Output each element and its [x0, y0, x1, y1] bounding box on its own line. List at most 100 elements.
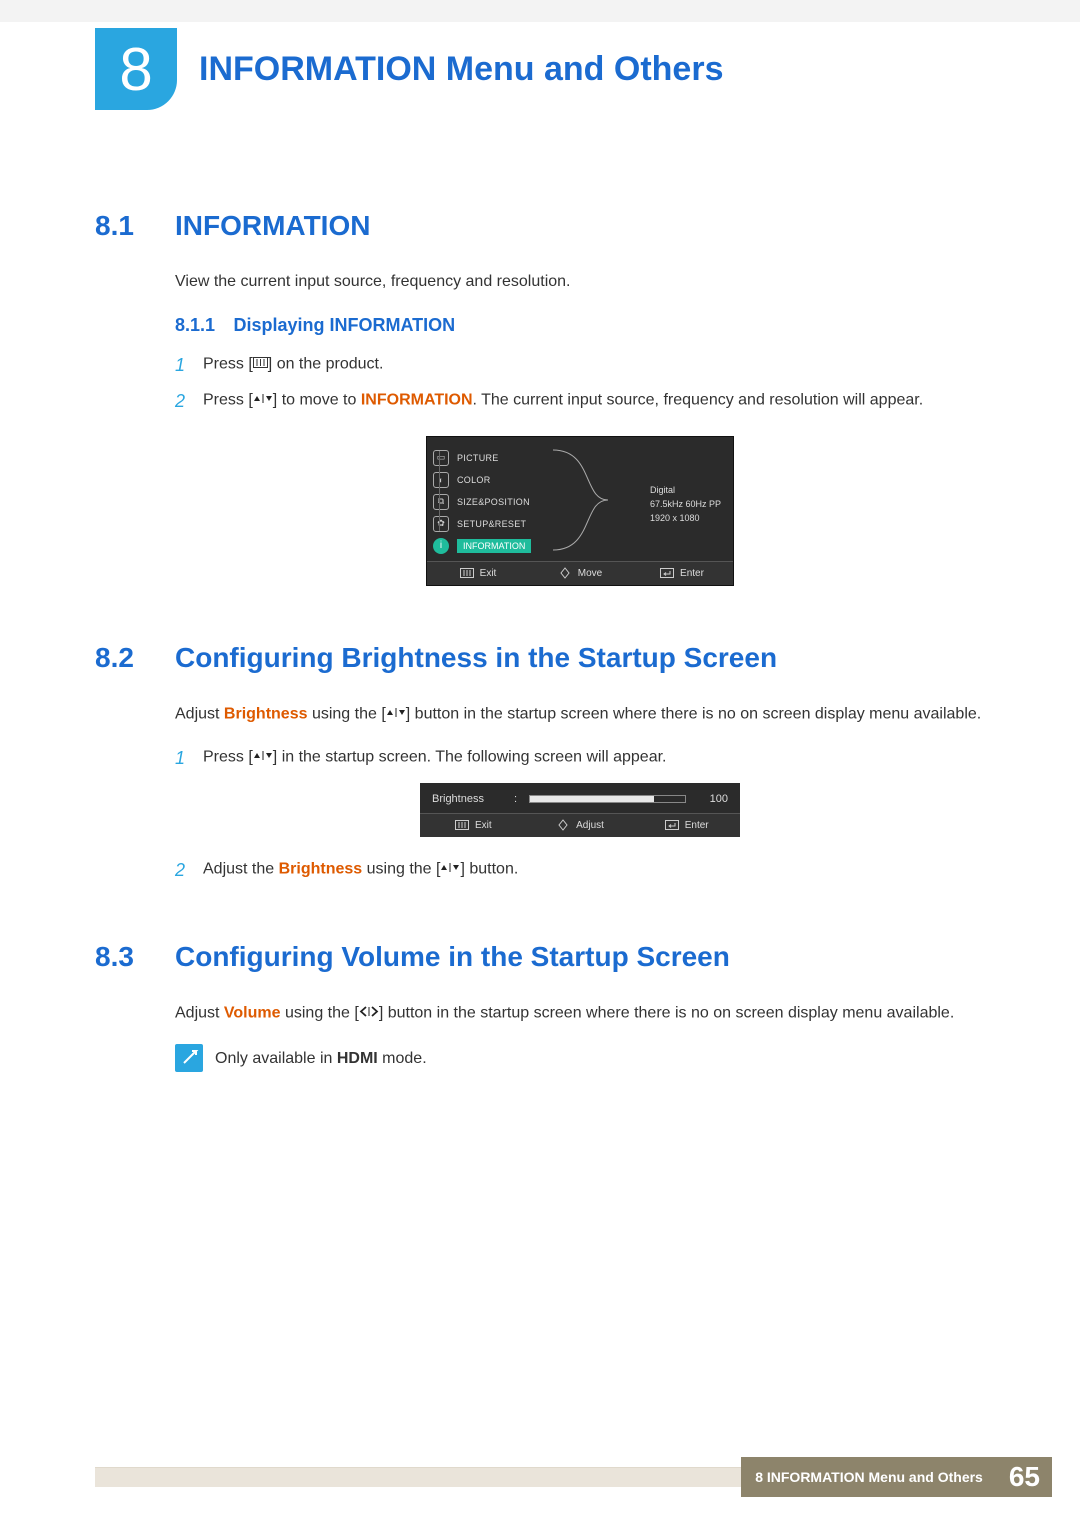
- text: using the [: [281, 1004, 359, 1021]
- text: ] to move to: [273, 391, 361, 408]
- text: ] button in the startup screen where the…: [406, 705, 981, 722]
- text: mode.: [378, 1050, 427, 1067]
- text: . The current input source, frequency an…: [473, 391, 924, 408]
- section-intro: Adjust Volume using the [ ] button in the…: [175, 1001, 985, 1026]
- updown-diamond-icon: [558, 568, 572, 578]
- step-number: 2: [175, 857, 203, 885]
- osd-label: SETUP&RESET: [457, 519, 526, 529]
- osd-label: SIZE&POSITION: [457, 497, 530, 507]
- updown-icon: [253, 745, 273, 770]
- text: ] on the product.: [268, 355, 384, 372]
- text: ] in the startup screen. The following s…: [273, 749, 667, 766]
- label: Enter: [680, 568, 704, 579]
- section-8-2: 8.2 Configuring Brightness in the Startu…: [95, 642, 985, 885]
- text: Only available in: [215, 1050, 337, 1067]
- step-1: 1 Press [ ] on the product.: [175, 352, 985, 380]
- color-icon: ◐: [433, 472, 449, 488]
- updown-icon: [440, 857, 460, 882]
- brightness-label: Brightness: [432, 793, 502, 805]
- menu-icon: [455, 820, 469, 830]
- section-intro: View the current input source, frequency…: [175, 270, 985, 295]
- subsection-heading: 8.1.1 Displaying INFORMATION: [175, 315, 985, 336]
- step-number: 1: [175, 352, 203, 380]
- updown-diamond-icon: [556, 820, 570, 830]
- chapter-number-badge: 8: [95, 28, 177, 110]
- step-2: 2 Adjust the Brightness using the [ ] but…: [175, 857, 985, 885]
- osd-label: PICTURE: [457, 453, 499, 463]
- enter-icon: [660, 568, 674, 578]
- keyword-information: INFORMATION: [361, 391, 473, 408]
- osd-footer: Exit Move Enter: [427, 561, 733, 585]
- brightness-value: 100: [698, 793, 728, 805]
- osd-selected-label: INFORMATION: [457, 539, 531, 553]
- subsection-number: 8.1.1: [175, 315, 215, 335]
- step-text: Press [ ] to move to INFORMATION. The cur…: [203, 388, 985, 416]
- label: Move: [578, 568, 602, 579]
- osd-foot-enter: Enter: [631, 562, 733, 585]
- keyword-brightness: Brightness: [279, 861, 363, 878]
- setup-icon: ✿: [433, 516, 449, 532]
- brightness-osd-figure: Brightness : 100 Exit: [420, 783, 740, 837]
- osd-label: COLOR: [457, 475, 491, 485]
- text: Adjust the: [203, 861, 279, 878]
- menu-icon: [253, 352, 268, 377]
- label: Exit: [475, 820, 492, 831]
- picture-icon: ▭: [433, 450, 449, 466]
- info-line: 67.5kHz 60Hz PP: [650, 497, 721, 511]
- osd-foot-enter: Enter: [633, 814, 740, 837]
- keyword-brightness: Brightness: [224, 705, 308, 722]
- section-8-3: 8.3 Configuring Volume in the Startup Sc…: [95, 941, 985, 1072]
- osd-foot-adjust: Adjust: [527, 814, 634, 837]
- enter-icon: [665, 820, 679, 830]
- footer-page-number: 65: [997, 1461, 1052, 1493]
- chapter-header: 8 INFORMATION Menu and Others: [0, 22, 1080, 110]
- step-number: 1: [175, 745, 203, 773]
- section-number: 8.2: [95, 642, 175, 674]
- step-text: Adjust the Brightness using the [ ] butto…: [203, 857, 985, 885]
- chapter-title: INFORMATION Menu and Others: [177, 28, 723, 89]
- section-number: 8.1: [95, 210, 175, 242]
- info-line: 1920 x 1080: [650, 511, 721, 525]
- section-number: 8.3: [95, 941, 175, 973]
- section-title: INFORMATION: [175, 210, 370, 242]
- label: Enter: [685, 820, 709, 831]
- section-title: Configuring Brightness in the Startup Sc…: [175, 642, 777, 674]
- osd-foot-exit: Exit: [420, 814, 527, 837]
- text: ] button in the startup screen where the…: [379, 1004, 954, 1021]
- text: Press [: [203, 355, 253, 372]
- step-text: Press [ ] on the product.: [203, 352, 985, 380]
- footer-chapter-label: 8 INFORMATION Menu and Others: [741, 1469, 997, 1485]
- note-row: Only available in HDMI mode.: [175, 1044, 985, 1072]
- text: using the [: [308, 705, 386, 722]
- info-line: Digital: [650, 483, 721, 497]
- keyword-hdmi: HDMI: [337, 1050, 378, 1067]
- updown-icon: [386, 702, 406, 727]
- size-icon: ⧉: [433, 494, 449, 510]
- note-icon: [175, 1044, 203, 1072]
- osd-bracket-curve: [553, 445, 613, 555]
- brightness-bar-fill: [530, 796, 654, 802]
- osd-info-block: Digital 67.5kHz 60Hz PP 1920 x 1080: [650, 483, 721, 526]
- updown-icon: [253, 388, 273, 413]
- text: using the [: [362, 861, 440, 878]
- step-2: 2 Press [ ] to move to INFORMATION. The c…: [175, 388, 985, 416]
- keyword-volume: Volume: [224, 1004, 281, 1021]
- text: ] button.: [460, 861, 518, 878]
- text: Adjust: [175, 705, 224, 722]
- label: Exit: [480, 568, 497, 579]
- osd-foot-move: Move: [529, 562, 631, 585]
- osd-footer: Exit Adjust Enter: [420, 813, 740, 837]
- subsection-title: Displaying INFORMATION: [234, 315, 456, 335]
- leftright-icon: [359, 1001, 379, 1026]
- brightness-bar: [529, 795, 686, 803]
- text: Press [: [203, 749, 253, 766]
- step-number: 2: [175, 388, 203, 416]
- page-footer: 8 INFORMATION Menu and Others 65: [95, 1457, 1052, 1497]
- text: Adjust: [175, 1004, 224, 1021]
- colon: :: [514, 793, 517, 805]
- text: Press [: [203, 391, 253, 408]
- label: Adjust: [576, 820, 604, 831]
- step-text: Press [ ] in the startup screen. The foll…: [203, 745, 985, 773]
- section-intro: Adjust Brightness using the [ ] button in…: [175, 702, 985, 727]
- osd-foot-exit: Exit: [427, 562, 529, 585]
